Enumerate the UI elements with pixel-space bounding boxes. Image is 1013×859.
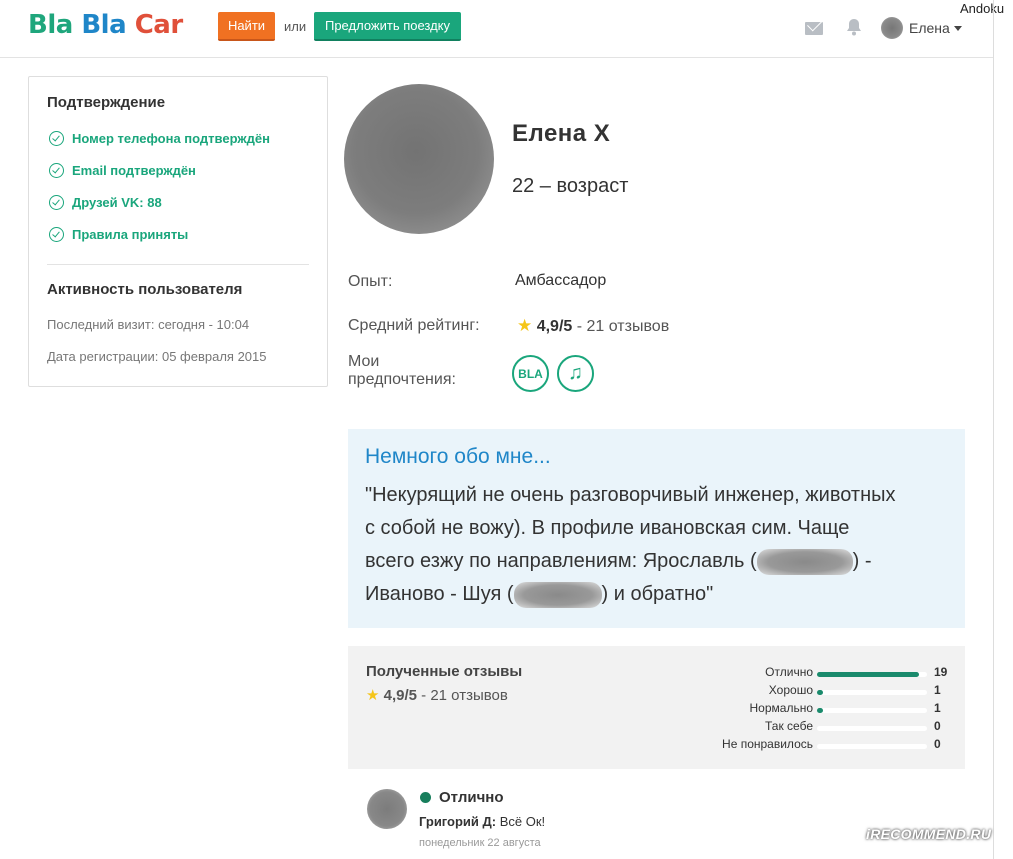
- rating-bar: [817, 744, 927, 749]
- rating-bar-row: Так себе 0: [765, 719, 941, 733]
- rating-bar-row: Нормально 1: [749, 701, 941, 715]
- experience-label: Опыт:: [348, 273, 393, 290]
- rating-bar: [817, 708, 927, 713]
- last-visit: Последний визит: сегодня - 10:04: [47, 317, 250, 332]
- rating-bar-row: Не понравилось 0: [722, 737, 941, 751]
- rating-bar-row: Отлично 19: [765, 665, 948, 679]
- rating-label: Средний рейтинг:: [348, 317, 480, 334]
- panel-divider: [47, 264, 309, 265]
- verify-item-email: Email подтверждён: [49, 161, 196, 179]
- about-me-text: "Некурящий не очень разговорчивый инжене…: [365, 479, 955, 611]
- reviews-summary: Полученные отзывы ★ 4,9/5 - 21 отзывов О…: [348, 646, 965, 769]
- profile-age: 22 – возраст: [512, 175, 629, 197]
- profile-avatar: [344, 84, 494, 234]
- profile-rating: ★ 4,9/5 - 21 отзывов: [517, 316, 670, 335]
- preferences-label: Мои предпочтения:: [348, 353, 456, 388]
- caret-down-icon[interactable]: [954, 26, 962, 31]
- blurred-text: [756, 548, 853, 575]
- pref-music-icon[interactable]: ♫: [557, 355, 594, 392]
- page-edge-divider: [993, 0, 994, 859]
- about-me-title: Немного обо мне...: [365, 445, 551, 468]
- rating-dot-icon: [420, 792, 431, 803]
- or-label: или: [284, 19, 307, 34]
- user-menu-name[interactable]: Елена: [909, 20, 950, 36]
- blablacar-logo[interactable]: Bla Bla Car: [28, 10, 183, 40]
- find-button[interactable]: Найти: [218, 12, 275, 41]
- mail-icon[interactable]: [805, 22, 823, 35]
- watermark-top: Andoku: [960, 1, 1005, 16]
- blurred-text: [513, 581, 602, 608]
- experience-value: Амбассадор: [515, 272, 607, 289]
- reviewer-avatar[interactable]: [367, 789, 407, 829]
- verification-panel: Подтверждение Номер телефона подтверждён…: [28, 76, 328, 387]
- top-navbar: Bla Bla Car Найти или Предложить поездку…: [0, 0, 993, 58]
- registration-date: Дата регистрации: 05 февраля 2015: [47, 349, 267, 364]
- rating-bar: [817, 672, 927, 677]
- check-circle-icon: [49, 162, 64, 178]
- check-circle-icon: [49, 130, 64, 146]
- bell-icon[interactable]: [845, 18, 863, 38]
- review-grade: Отлично: [439, 789, 504, 806]
- star-icon: ★: [517, 316, 533, 335]
- check-circle-icon: [49, 226, 64, 242]
- review-date: понедельник 22 августа: [419, 837, 541, 849]
- review-author[interactable]: Григорий Д:: [419, 814, 496, 829]
- verify-item-phone: Номер телефона подтверждён: [49, 129, 270, 147]
- rating-bar: [817, 690, 927, 695]
- profile-name: Елена Х: [512, 120, 611, 147]
- pref-chat-bla-icon[interactable]: BLA: [512, 355, 549, 392]
- user-avatar-small[interactable]: [881, 17, 903, 39]
- activity-title: Активность пользователя: [47, 281, 243, 298]
- verify-item-rules: Правила приняты: [49, 225, 188, 243]
- verify-item-vk[interactable]: Друзей VK: 88: [49, 193, 162, 211]
- check-circle-icon: [49, 194, 64, 210]
- review-text: Григорий Д: Всё Ок!: [419, 814, 546, 829]
- watermark-bottom: iRECOMMEND.RU: [866, 826, 992, 842]
- rating-bar: [817, 726, 927, 731]
- about-me-section: Немного обо мне... "Некурящий не очень р…: [348, 429, 965, 628]
- verification-title: Подтверждение: [47, 94, 166, 111]
- rating-bar-row: Хорошо 1: [768, 683, 941, 697]
- offer-ride-button[interactable]: Предложить поездку: [314, 12, 461, 41]
